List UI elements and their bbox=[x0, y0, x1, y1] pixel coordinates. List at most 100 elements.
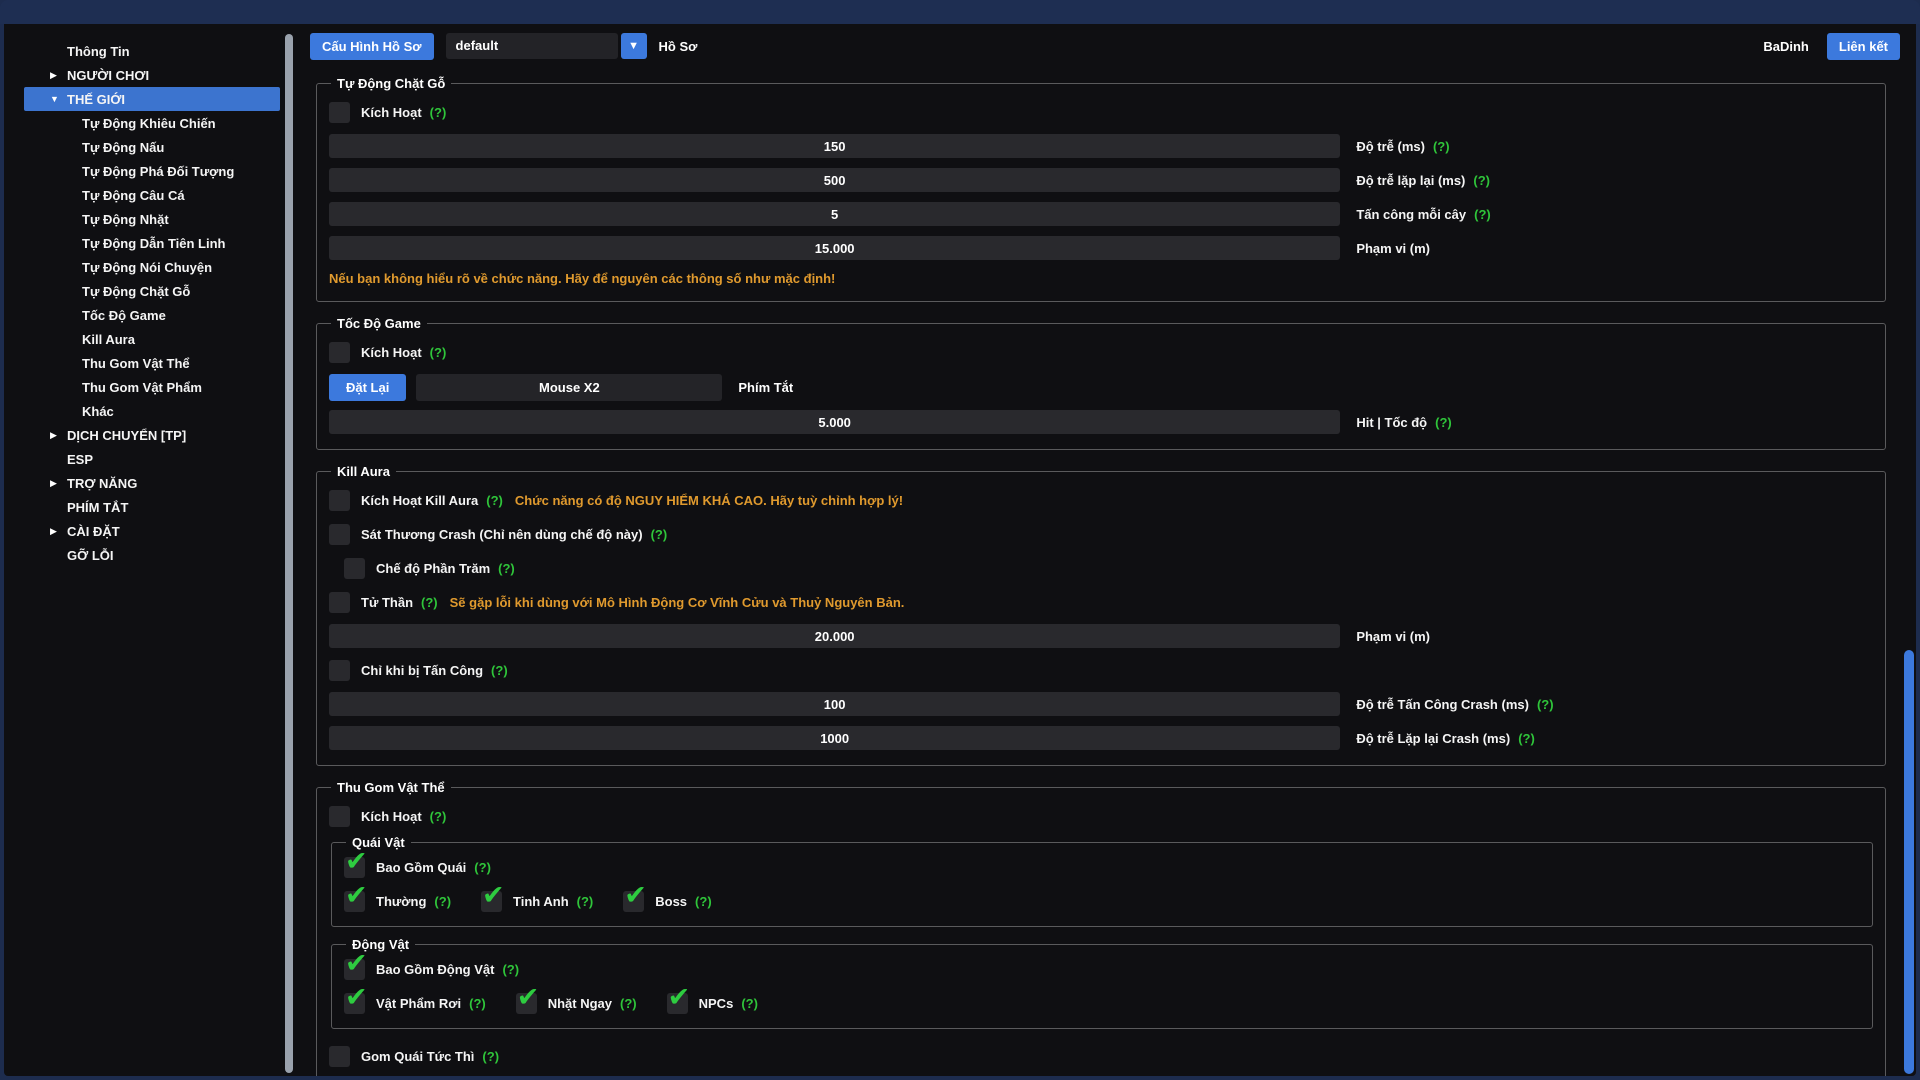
checkbox[interactable]: ✔ bbox=[344, 959, 365, 980]
checkbox[interactable]: ✔ bbox=[344, 993, 365, 1014]
hotkey-binding-button[interactable]: Mouse X2 bbox=[416, 374, 722, 401]
settings-group-title: Tốc Độ Game bbox=[331, 316, 427, 331]
help-marker[interactable]: (?) bbox=[491, 663, 508, 678]
slider[interactable]: 1000 bbox=[329, 726, 1340, 750]
checkbox[interactable]: ✔ bbox=[516, 993, 537, 1014]
sidebar-scrollbar[interactable] bbox=[285, 34, 293, 1073]
checkbox[interactable] bbox=[329, 342, 350, 363]
sidebar-item[interactable]: Khác bbox=[24, 399, 280, 423]
sidebar-item[interactable]: Thông Tin bbox=[24, 39, 280, 63]
sidebar-item[interactable]: Thu Gom Vật Thể bbox=[24, 351, 280, 375]
help-marker[interactable]: (?) bbox=[651, 527, 668, 542]
checkbox-row: Chỉ khi bị Tấn Công(?) bbox=[329, 653, 1873, 687]
help-marker[interactable]: (?) bbox=[695, 894, 712, 909]
slider[interactable]: 500 bbox=[329, 168, 1340, 192]
chevron-down-icon: ▼ bbox=[50, 94, 67, 104]
help-marker[interactable]: (?) bbox=[430, 345, 447, 360]
checkbox-group: ✔Vật Phẩm Rơi(?) bbox=[344, 993, 486, 1014]
help-marker[interactable]: (?) bbox=[1537, 697, 1554, 712]
help-marker[interactable]: (?) bbox=[1435, 415, 1452, 430]
sidebar-item[interactable]: Tự Động Phá Đối Tượng bbox=[24, 159, 280, 183]
slider[interactable]: 150 bbox=[329, 134, 1340, 158]
checkbox[interactable] bbox=[329, 524, 350, 545]
checkbox[interactable] bbox=[329, 1046, 350, 1067]
slider-value: 15.000 bbox=[815, 241, 855, 256]
sidebar-item[interactable]: ▼THẾ GIỚI bbox=[24, 87, 280, 111]
sidebar-item[interactable]: Tự Động Nấu bbox=[24, 135, 280, 159]
slider-label: Hit | Tốc độ(?) bbox=[1356, 415, 1451, 430]
sidebar-item[interactable]: Tự Động Nhặt bbox=[24, 207, 280, 231]
checkbox[interactable] bbox=[329, 102, 350, 123]
help-marker[interactable]: (?) bbox=[474, 860, 491, 875]
sidebar-item[interactable]: ESP bbox=[24, 447, 280, 471]
link-button[interactable]: Liên kết bbox=[1827, 33, 1900, 60]
help-marker[interactable]: (?) bbox=[1433, 139, 1450, 154]
sidebar-item[interactable]: Tự Động Chặt Gỗ bbox=[24, 279, 280, 303]
help-marker[interactable]: (?) bbox=[741, 996, 758, 1011]
slider-row: 5.000 Hit | Tốc độ(?) bbox=[329, 405, 1873, 439]
checkbox[interactable]: ✔ bbox=[344, 857, 365, 878]
checkbox[interactable] bbox=[329, 806, 350, 827]
sidebar-item-label: THẾ GIỚI bbox=[67, 92, 125, 107]
sidebar-item[interactable]: Kill Aura bbox=[24, 327, 280, 351]
slider[interactable]: 15.000 bbox=[329, 236, 1340, 260]
slider-value: 20.000 bbox=[815, 629, 855, 644]
main-panel: Cấu Hình Hồ Sơ default ▼ Hồ Sơ BaDinh Li… bbox=[300, 32, 1910, 1076]
sidebar-item[interactable]: ▶NGƯỜI CHƠI bbox=[24, 63, 280, 87]
slider-row: 150Độ trễ (ms)(?) bbox=[329, 129, 1873, 163]
sidebar-item[interactable]: Tự Động Câu Cá bbox=[24, 183, 280, 207]
checkbox[interactable]: ✔ bbox=[481, 891, 502, 912]
sidebar-item[interactable]: Tốc Độ Game bbox=[24, 303, 280, 327]
checkbox[interactable]: ✔ bbox=[623, 891, 644, 912]
sidebar-item[interactable]: Tự Động Dẫn Tiên Linh bbox=[24, 231, 280, 255]
help-marker[interactable]: (?) bbox=[1473, 173, 1490, 188]
help-marker[interactable]: (?) bbox=[434, 894, 451, 909]
checkbox[interactable] bbox=[344, 558, 365, 579]
help-marker[interactable]: (?) bbox=[498, 561, 515, 576]
slider[interactable]: 20.000 bbox=[329, 624, 1340, 648]
help-marker[interactable]: (?) bbox=[620, 996, 637, 1011]
sidebar-item[interactable]: Thu Gom Vật Phẩm bbox=[24, 375, 280, 399]
help-marker[interactable]: (?) bbox=[430, 105, 447, 120]
checkbox[interactable]: ✔ bbox=[667, 993, 688, 1014]
main-scrollbar-thumb[interactable] bbox=[1904, 650, 1914, 1074]
checkbox[interactable]: ✔ bbox=[344, 891, 365, 912]
sidebar-item[interactable]: ▶TRỢ NĂNG bbox=[24, 471, 280, 495]
sidebar-item-label: Tự Động Nhặt bbox=[82, 212, 169, 227]
help-marker[interactable]: (?) bbox=[486, 493, 503, 508]
checkbox[interactable] bbox=[329, 660, 350, 681]
settings-group: Thu Gom Vật ThểKích Hoạt(?)Quái Vật✔Bao … bbox=[316, 780, 1886, 1076]
reset-button[interactable]: Đặt Lại bbox=[329, 374, 406, 401]
sidebar-item[interactable]: ▶CÀI ĐẶT bbox=[24, 519, 280, 543]
sidebar-item-label: Khác bbox=[82, 404, 114, 419]
sidebar-item[interactable]: Tự Động Khiêu Chiến bbox=[24, 111, 280, 135]
profile-select[interactable]: default ▼ bbox=[446, 33, 647, 59]
sidebar-item[interactable]: Tự Động Nói Chuyện bbox=[24, 255, 280, 279]
help-marker[interactable]: (?) bbox=[430, 809, 447, 824]
profile-config-button[interactable]: Cấu Hình Hồ Sơ bbox=[310, 33, 434, 60]
help-marker[interactable]: (?) bbox=[1474, 207, 1491, 222]
checkbox[interactable] bbox=[329, 490, 350, 511]
checkbox[interactable] bbox=[329, 592, 350, 613]
slider[interactable]: 5 bbox=[329, 202, 1340, 226]
help-marker[interactable]: (?) bbox=[421, 595, 438, 610]
help-marker[interactable]: (?) bbox=[1518, 731, 1535, 746]
slider-label: Phạm vi (m) bbox=[1356, 629, 1430, 644]
help-marker[interactable]: (?) bbox=[577, 894, 594, 909]
checkbox-label: Kích Hoạt bbox=[361, 105, 422, 120]
help-marker[interactable]: (?) bbox=[469, 996, 486, 1011]
slider-label: Tấn công mỗi cây(?) bbox=[1356, 207, 1490, 222]
sidebar-item[interactable]: GỠ LỖI bbox=[24, 543, 280, 567]
help-marker[interactable]: (?) bbox=[482, 1049, 499, 1064]
slider-label-text: Độ trễ Tấn Công Crash (ms) bbox=[1356, 697, 1529, 712]
window-titlebar[interactable] bbox=[0, 0, 1920, 24]
sidebar-item[interactable]: PHÍM TẮT bbox=[24, 495, 280, 519]
checkbox-label: Bao Gồm Động Vật bbox=[376, 962, 494, 977]
sidebar-item-label: Thông Tin bbox=[67, 44, 130, 59]
help-marker[interactable]: (?) bbox=[502, 962, 519, 977]
sidebar-item[interactable]: ▶DỊCH CHUYỂN [TP] bbox=[24, 423, 280, 447]
slider[interactable]: 5.000 bbox=[329, 410, 1340, 434]
chevron-down-icon[interactable]: ▼ bbox=[621, 33, 647, 59]
slider[interactable]: 100 bbox=[329, 692, 1340, 716]
profile-select-value[interactable]: default bbox=[446, 33, 618, 59]
